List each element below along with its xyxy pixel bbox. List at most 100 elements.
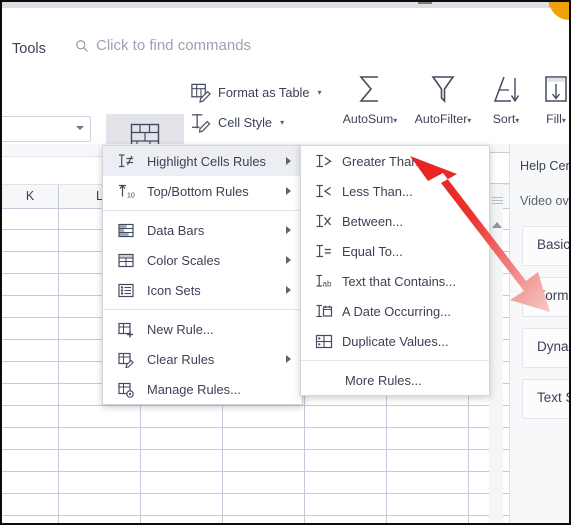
submenu-item-label: More Rules... [345,372,422,388]
autofilter-button[interactable]: AutoFilter▾ [412,68,474,128]
fill-button[interactable]: Fill▾ [532,68,571,128]
menu-separator [103,309,302,310]
menu-item-highlight-cells-rules[interactable]: Highlight Cells Rules [103,146,302,176]
help-button-text-styling[interactable]: Text Styling [522,379,570,419]
vertical-scrollbar[interactable] [489,182,503,523]
help-button-dynamic-charts[interactable]: Dynamic Charts [522,328,570,368]
grid-hline [2,405,569,406]
submenu-item-duplicate-values[interactable]: Duplicate Values... [301,326,489,356]
highlight-cells-icon [116,152,135,171]
menu-item-label: Clear Rules [147,351,215,367]
svg-text:10: 10 [127,192,135,199]
submenu-arrow-icon [286,226,291,234]
submenu-arrow-icon [286,187,291,195]
search-icon [75,39,89,53]
fill-text: Fill [546,112,562,126]
manage-rules-icon [116,380,135,399]
help-center-title: Help Center [520,159,570,173]
ribbon-top-bar: Tools Click to find commands [2,8,569,57]
grid-hline [2,427,569,428]
number-format-dropdown[interactable] [0,116,91,142]
menu-separator [103,210,302,211]
menu-item-top-bottom-rules[interactable]: 10 Top/Bottom Rules [103,176,302,206]
menu-item-label: Manage Rules... [147,381,241,397]
menu-item-clear-rules[interactable]: Clear Rules [103,344,302,374]
menu-item-label: Icon Sets [147,282,201,298]
autofilter-arrow-icon[interactable]: ▾ [467,116,471,125]
menu-item-color-scales[interactable]: Color Scales [103,245,302,275]
fill-arrow-icon[interactable]: ▾ [562,116,566,125]
format-as-table-arrow-icon[interactable]: ▾ [318,88,322,97]
ribbon-body: 000 , ←.0 .00 .00 →.0 [0,56,571,192]
fill-label: Fill▾ [546,112,566,126]
menu-item-label: Highlight Cells Rules [147,153,266,169]
submenu-arrow-icon [286,355,291,363]
ribbon: Tools Click to find commands 000 , ←.0 [0,8,571,192]
submenu-item-label: Between... [342,213,403,229]
sort-button[interactable]: Sort▾ [480,68,532,128]
submenu-item-between[interactable]: Between... [301,206,489,236]
date-occurring-icon [314,302,333,321]
menu-item-label: Top/Bottom Rules [147,183,249,199]
menu-item-label: Data Bars [147,222,205,238]
cell-style-button[interactable]: Cell Style ▾ [190,112,284,133]
help-button-label: Formulas [537,288,570,303]
format-as-table-icon [190,82,211,103]
submenu-item-label: Less Than... [342,183,413,199]
submenu-item-label: Text that Contains... [342,273,456,289]
cell-style-arrow-icon[interactable]: ▾ [280,118,284,127]
submenu-separator [301,360,489,361]
help-button-label: Text Styling [537,390,570,405]
submenu-arrow-icon [286,286,291,294]
search-commands-box[interactable]: Click to find commands [75,37,251,54]
submenu-item-more-rules[interactable]: More Rules... [301,365,489,395]
conditional-formatting-menu[interactable]: Highlight Cells Rules 10 Top/Bottom Rule… [102,145,303,405]
help-center-panel: Help Center Video overview Basic Use For… [509,144,570,523]
submenu-item-less-than[interactable]: Less Than... [301,176,489,206]
menu-item-manage-rules[interactable]: Manage Rules... [103,374,302,404]
video-overview-label: Video overview [520,194,570,208]
submenu-item-a-date-occurring[interactable]: A Date Occurring... [301,296,489,326]
sigma-icon [339,68,401,110]
top-bottom-rules-icon: 10 [116,182,135,201]
submenu-item-label: Duplicate Values... [342,333,449,349]
menu-item-icon-sets[interactable]: Icon Sets [103,275,302,305]
submenu-item-greater-than[interactable]: Greater Than... [301,146,489,176]
autosum-text: AutoSum [342,112,394,126]
submenu-item-label: Greater Than... [342,153,430,169]
submenu-item-text-that-contains[interactable]: ab Text that Contains... [301,266,489,296]
scroll-up-arrow-icon[interactable] [492,222,502,228]
autosum-arrow-icon[interactable]: ▾ [393,116,397,125]
sort-arrow-icon[interactable]: ▾ [515,116,519,125]
autofilter-text: AutoFilter [414,112,468,126]
equal-to-icon [314,242,333,261]
autofilter-label: AutoFilter▾ [415,112,472,126]
cell-style-label: Cell Style [218,115,273,130]
submenu-item-equal-to[interactable]: Equal To... [301,236,489,266]
menu-item-label: Color Scales [147,252,221,268]
new-rule-icon [116,320,135,339]
clear-rules-icon [116,350,135,369]
tab-tools[interactable]: Tools [12,41,46,57]
autosum-button[interactable]: AutoSum▾ [339,68,401,128]
fill-down-icon [532,68,571,110]
help-button-basic-use[interactable]: Basic Use [522,226,570,266]
submenu-arrow-icon [286,256,291,264]
grid-hline [2,493,569,494]
sort-descending-icon [480,68,532,110]
icon-sets-icon [116,281,135,300]
scrollbar-grip-icon[interactable] [492,197,503,204]
duplicate-values-icon [314,332,333,351]
between-icon [314,212,333,231]
format-as-table-button[interactable]: Format as Table ▾ [190,82,322,103]
cell-style-icon [190,112,211,133]
highlight-cells-rules-submenu[interactable]: Greater Than... Less Than... Between... … [300,145,490,396]
autosum-label: AutoSum▾ [343,112,398,126]
menu-item-new-rule[interactable]: New Rule... [103,314,302,344]
grid-hline [2,515,569,516]
sort-label: Sort▾ [493,112,520,126]
color-scales-icon [116,251,135,270]
column-header-K[interactable]: K [2,185,59,208]
help-button-formulas[interactable]: Formulas [522,277,570,317]
menu-item-data-bars[interactable]: Data Bars [103,215,302,245]
